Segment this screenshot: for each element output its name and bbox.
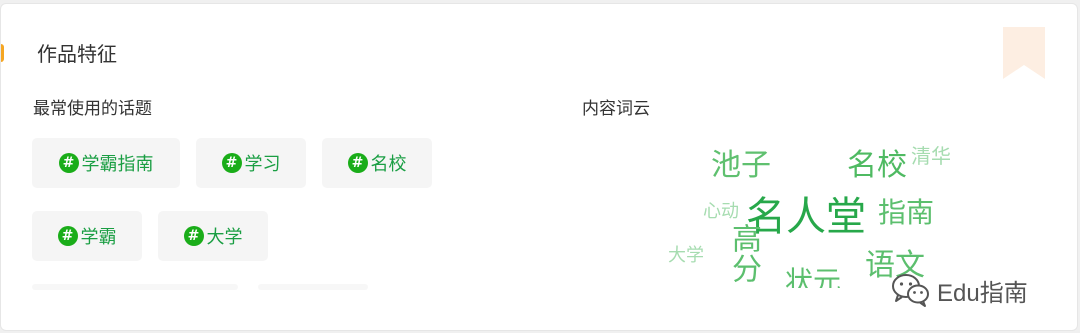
- hashtag-icon: #: [221, 153, 242, 173]
- card-title: 作品特征: [37, 42, 117, 66]
- topic-chip-partial[interactable]: [32, 284, 238, 290]
- topic-label: 学霸指南: [81, 154, 154, 175]
- topic-label: 学霸: [80, 227, 117, 248]
- cloud-word: 心动: [703, 201, 739, 222]
- wechat-watermark: Edu指南: [891, 272, 1028, 308]
- bookmark-icon[interactable]: [1003, 27, 1045, 79]
- topic-chip[interactable]: # 学习: [196, 138, 306, 188]
- hashtag-icon: #: [347, 153, 368, 173]
- hashtag-icon: #: [58, 153, 79, 173]
- word-cloud-section-title: 内容词云: [582, 99, 650, 119]
- topics-section-title: 最常使用的话题: [33, 99, 152, 119]
- wechat-icon: [892, 274, 929, 307]
- cloud-word: 指南: [878, 196, 935, 229]
- cloud-word: 状元: [785, 265, 842, 288]
- cloud-word: 高分: [726, 223, 761, 283]
- watermark-text: Edu指南: [937, 279, 1028, 307]
- topic-label: 名校: [370, 154, 407, 175]
- works-features-card: 作品特征 最常使用的话题 内容词云 # 学霸指南 # 学习 # 名校 # 学霸 …: [0, 3, 1078, 331]
- topic-label: 学习: [244, 154, 281, 175]
- topic-chip[interactable]: # 大学: [158, 211, 268, 261]
- topic-chip[interactable]: # 名校: [322, 138, 432, 188]
- cloud-word: 大学: [668, 245, 704, 266]
- title-accent-bar: [1, 44, 4, 62]
- cloud-word: 名校: [847, 148, 907, 183]
- hashtag-icon: #: [183, 226, 204, 246]
- topic-chip-partial[interactable]: [258, 284, 368, 290]
- topic-label: 大学: [206, 227, 243, 248]
- cloud-word: 池子: [711, 148, 771, 183]
- cloud-word: 清华: [911, 144, 951, 168]
- hashtag-icon: #: [57, 226, 78, 246]
- topic-chip[interactable]: # 学霸指南: [32, 138, 180, 188]
- topic-chip[interactable]: # 学霸: [32, 211, 142, 261]
